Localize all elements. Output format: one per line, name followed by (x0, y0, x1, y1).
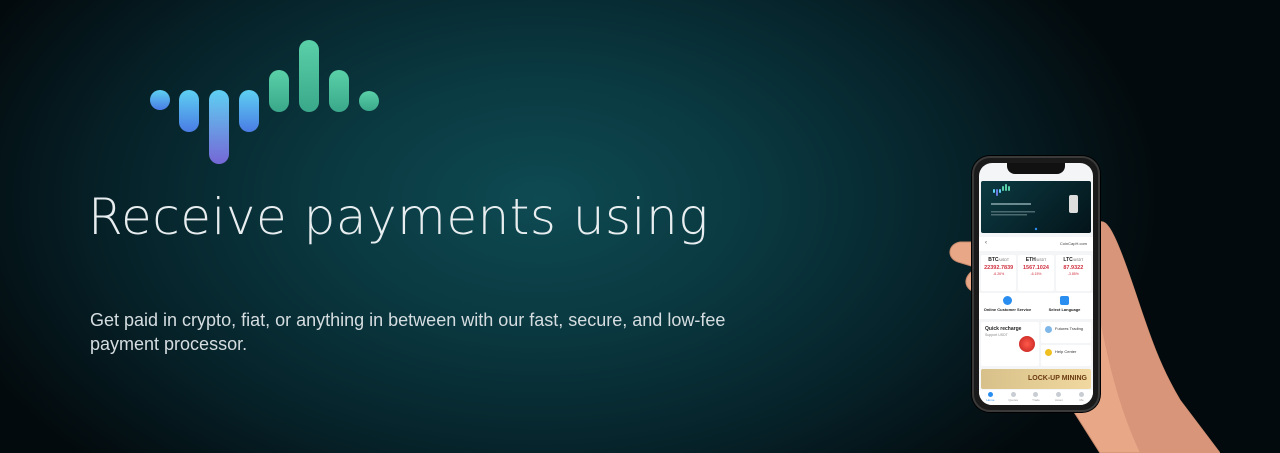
futures-trading-link[interactable]: Futures Trading (1041, 322, 1091, 343)
customer-service-label: Online Customer Service (983, 307, 1032, 312)
tab-label: Home (986, 398, 995, 402)
asset-icon (1056, 392, 1062, 397)
ticker-quote: /USDT (1072, 258, 1084, 262)
ticker-change: -6.15% (1030, 272, 1042, 276)
ticker-price: 87.9322 (1063, 265, 1084, 271)
ticker-symbol: LTC (1063, 257, 1073, 263)
trade-icon (1033, 392, 1039, 397)
phone-mockup: ‹ CoinCapH.com BTC/USDT 22392.7839 -6.26… (972, 156, 1100, 412)
tab-home[interactable]: Home (979, 390, 1002, 405)
tab-asset[interactable]: Asset (1047, 390, 1070, 405)
quick-recharge-card[interactable]: Quick recharge Support USDT (981, 322, 1039, 366)
ticker-eth[interactable]: ETH/USDT 1567.1024 -6.15% (1018, 255, 1054, 291)
ticker-change: -3.85% (1067, 272, 1079, 276)
home-icon (987, 392, 993, 397)
tab-label: Me (1079, 398, 1084, 402)
ticker-symbol: ETH (1025, 257, 1036, 263)
ticker-price: 1567.1024 (1022, 265, 1049, 271)
hero-subtext: Get paid in crypto, fiat, or anything in… (90, 310, 726, 354)
tab-quotes[interactable]: Quotes (1002, 390, 1025, 405)
coin-icon (1019, 336, 1035, 352)
phone-notch (1007, 163, 1065, 174)
sound-wave-logo-icon (150, 40, 379, 164)
ticker-quote: /USDT (1035, 258, 1047, 262)
app-nav-bar: ‹ CoinCapH.com (979, 237, 1093, 251)
services-row: Online Customer Service Select Language (979, 293, 1093, 319)
ticker-price: 22392.7839 (984, 265, 1014, 271)
side-links: Futures Trading Help Center (1041, 322, 1091, 366)
tab-label: Asset (1055, 398, 1063, 402)
tab-trade[interactable]: Trade (1025, 390, 1048, 405)
ticker-row: BTC/USDT 22392.7839 -6.26% ETH/USDT 1567… (979, 255, 1093, 291)
select-language-button[interactable]: Select Language (1036, 293, 1093, 319)
user-icon (1079, 392, 1085, 397)
quotes-icon (1010, 392, 1016, 397)
ticker-ltc[interactable]: LTC/USDT 87.9322 -3.85% (1055, 255, 1091, 291)
tab-label: Trade (1032, 398, 1040, 402)
phone-screen: ‹ CoinCapH.com BTC/USDT 22392.7839 -6.26… (979, 163, 1093, 405)
banner-logo-icon (991, 184, 1078, 231)
help-center-link[interactable]: Help Center (1041, 345, 1091, 366)
feature-grid: Quick recharge Support USDT Futures Trad… (979, 322, 1093, 366)
headset-icon (1003, 296, 1012, 305)
ticker-quote: /USDT (998, 258, 1010, 262)
app-banner[interactable] (981, 181, 1091, 233)
hero-headline: Receive payments using (88, 188, 709, 246)
language-icon (1060, 296, 1069, 305)
customer-service-button[interactable]: Online Customer Service (979, 293, 1036, 319)
tab-me[interactable]: Me (1070, 390, 1093, 405)
lockup-mining-banner[interactable]: LOCK-UP MINING (981, 369, 1091, 389)
app-tab-bar: Home Quotes Trade Asset Me (979, 390, 1093, 405)
language-label: Select Language (1048, 307, 1081, 312)
quick-recharge-title: Quick recharge (985, 326, 1022, 332)
ticker-change: -6.26% (993, 272, 1005, 276)
back-icon[interactable]: ‹ (985, 240, 987, 246)
tab-label: Quotes (1008, 398, 1019, 402)
ticker-btc[interactable]: BTC/USDT 22392.7839 -6.26% (981, 255, 1017, 291)
ticker-symbol: BTC (988, 257, 999, 263)
site-domain: CoinCapH.com (1059, 241, 1087, 246)
